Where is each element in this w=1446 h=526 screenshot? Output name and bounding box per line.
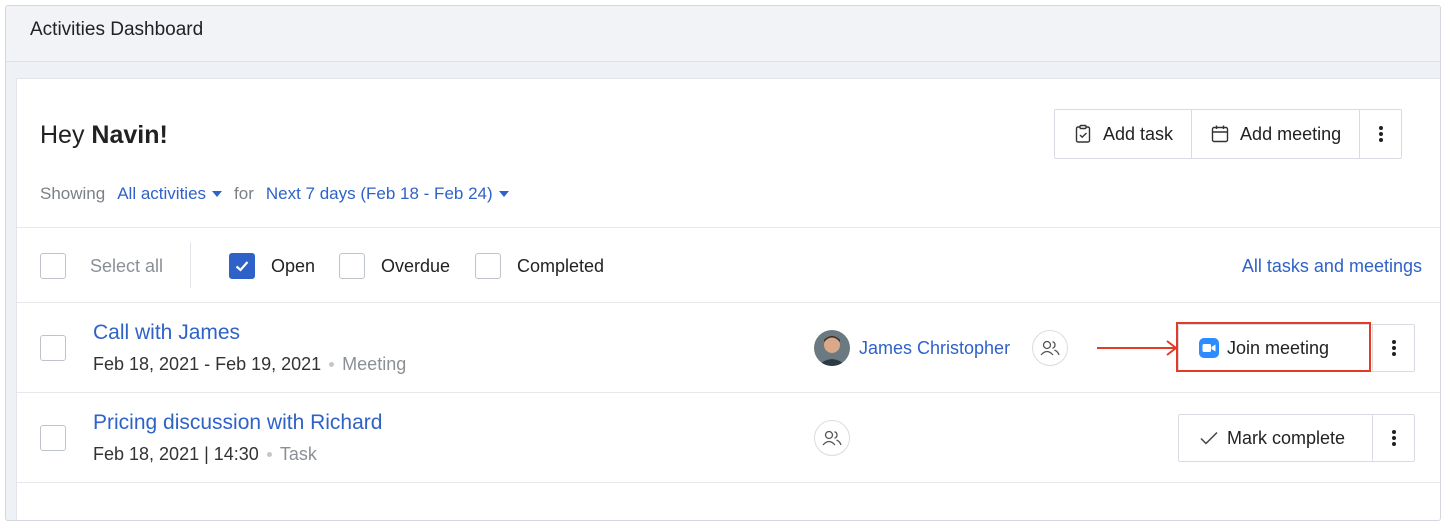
activity-meta: Feb 18, 2021 - Feb 19, 2021 Meeting — [93, 354, 406, 375]
overdue-checkbox[interactable] — [339, 253, 365, 279]
add-meeting-button[interactable]: Add meeting — [1191, 110, 1359, 158]
date-filter-value: Next 7 days (Feb 18 - Feb 24) — [265, 184, 493, 203]
row-actions: Mark complete — [1178, 414, 1415, 462]
vertical-dots-icon — [1378, 126, 1383, 142]
activity-filter-dropdown[interactable]: All activities — [117, 184, 223, 204]
header-actions: Add task Add meeting — [1054, 109, 1403, 159]
mark-complete-label: Mark complete — [1227, 427, 1346, 448]
activity-title[interactable]: Call with James — [93, 321, 240, 345]
checkmark-icon — [235, 261, 249, 272]
greeting: Hey Navin! — [40, 121, 168, 150]
list-item: Call with James Feb 18, 2021 - Feb 19, 2… — [17, 303, 1440, 393]
person-link[interactable]: James Christopher — [859, 338, 1010, 359]
activity-date: Feb 18, 2021 | 14:30 — [93, 444, 259, 464]
participants-button[interactable] — [1032, 330, 1068, 366]
separator-dot — [266, 452, 272, 457]
row-checkbox[interactable] — [40, 335, 66, 361]
greeting-name: Navin! — [91, 121, 168, 149]
activity-type: Task — [279, 444, 317, 464]
activity-meta: Feb 18, 2021 | 14:30 Task — [93, 444, 317, 465]
completed-label: Completed — [517, 256, 605, 276]
mark-complete-button[interactable]: Mark complete — [1179, 415, 1372, 461]
calendar-icon — [1211, 125, 1229, 143]
add-task-label: Add task — [1103, 123, 1174, 144]
activity-title[interactable]: Pricing discussion with Richard — [93, 411, 382, 435]
list-item: Pricing discussion with Richard Feb 18, … — [17, 393, 1440, 483]
list-toolbar: Select all Open Overdue Completed All ta… — [17, 227, 1440, 303]
open-checkbox[interactable] — [229, 253, 255, 279]
clipboard-check-icon — [1075, 124, 1091, 143]
separator-dot — [329, 362, 335, 367]
filter-bar: Showing All activities for Next 7 days (… — [40, 184, 509, 204]
add-meeting-label: Add meeting — [1240, 123, 1342, 144]
activity-date: Feb 18, 2021 - Feb 19, 2021 — [93, 354, 322, 374]
people-icon — [1040, 340, 1060, 356]
people-icon — [822, 430, 842, 446]
select-all-label: Select all — [90, 256, 164, 276]
for-label: for — [234, 184, 254, 203]
highlight-box — [1176, 322, 1371, 372]
add-task-button[interactable]: Add task — [1055, 110, 1191, 158]
activity-type: Meeting — [342, 354, 407, 374]
dashboard-card: Hey Navin! Add task Add meeting Showing … — [16, 78, 1440, 520]
chevron-down-icon — [498, 191, 509, 197]
row-checkbox[interactable] — [40, 425, 66, 451]
select-all-checkbox[interactable] — [40, 253, 66, 279]
row-more-button[interactable] — [1372, 325, 1414, 371]
checkmark-icon — [1200, 431, 1218, 445]
showing-label: Showing — [40, 184, 106, 203]
participants-button[interactable] — [814, 420, 850, 456]
overdue-label: Overdue — [381, 256, 451, 276]
chevron-down-icon — [212, 191, 223, 197]
vertical-dots-icon — [1391, 430, 1396, 446]
greeting-prefix: Hey — [40, 121, 92, 149]
activity-filter-value: All activities — [117, 184, 207, 203]
date-filter-dropdown[interactable]: Next 7 days (Feb 18 - Feb 24) — [266, 184, 509, 204]
page-title: Activities Dashboard — [30, 19, 204, 40]
completed-checkbox[interactable] — [475, 253, 501, 279]
all-tasks-link[interactable]: All tasks and meetings — [1242, 256, 1422, 277]
row-more-button[interactable] — [1372, 415, 1414, 461]
open-label: Open — [271, 256, 316, 276]
app-window: Activities Dashboard Hey Navin! Add task… — [5, 5, 1441, 521]
header-more-button[interactable] — [1359, 110, 1401, 158]
avatar — [814, 330, 850, 366]
arrow-right-icon — [1097, 340, 1178, 356]
vertical-dots-icon — [1391, 340, 1396, 356]
top-bar: Activities Dashboard — [6, 6, 1440, 62]
toolbar-divider — [190, 242, 191, 288]
